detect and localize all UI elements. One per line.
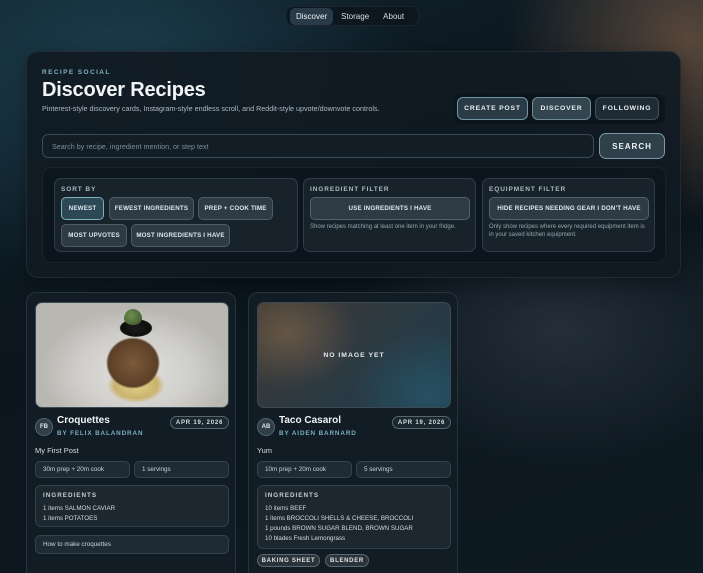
nav-storage[interactable]: Storage (335, 8, 375, 25)
nav-about[interactable]: About (377, 8, 410, 25)
sort-prep-cook-time-chip[interactable]: PREP + COOK TIME (198, 197, 273, 220)
avatar[interactable]: FB (35, 418, 53, 436)
top-nav: Discover Storage About (286, 6, 419, 26)
avatar[interactable]: AB (257, 418, 275, 436)
ingredient-item: 1 items POTATOES (43, 515, 98, 522)
ingredients-list: INGREDIENTS 1 items SALMON CAVIAR 1 item… (35, 485, 229, 527)
servings: 5 servings (356, 461, 451, 478)
date-badge: APR 19, 2026 (392, 416, 451, 429)
equipment-filter: EQUIPMENT FILTER HIDE RECIPES NEEDING GE… (482, 178, 655, 252)
recipe-author[interactable]: BY AIDEN BARNARD (279, 430, 357, 437)
recipe-card[interactable]: NO IMAGE YET AB Taco Casarol BY AIDEN BA… (248, 292, 458, 573)
recipe-steps[interactable]: How to make croquettes (35, 535, 229, 554)
recipe-title[interactable]: Croquettes (57, 415, 110, 426)
recipe-caption: My First Post (35, 446, 79, 455)
prep-cook-time: 30m prep + 20m cook (35, 461, 130, 478)
sort-most-upvotes-chip[interactable]: MOST UPVOTES (61, 224, 127, 247)
servings: 1 servings (134, 461, 229, 478)
ingredient-item: 1 pounds BROWN SUGAR BLEND, BROWN SUGAR (265, 525, 413, 532)
sort-title: SORT BY (61, 186, 97, 193)
sort-newest-chip[interactable]: NEWEST (61, 197, 104, 220)
search-button[interactable]: SEARCH (599, 133, 665, 159)
ingredient-filter-help: Show recipes matching at least one item … (310, 224, 456, 230)
recipe-title[interactable]: Taco Casarol (279, 415, 341, 426)
prep-cook-time: 10m prep + 20m cook (257, 461, 352, 478)
ingredient-filter: INGREDIENT FILTER USE INGREDIENTS I HAVE… (303, 178, 476, 252)
hide-recipes-needing-gear-button[interactable]: HIDE RECIPES NEEDING GEAR I DON'T HAVE (489, 197, 649, 220)
nav-discover[interactable]: Discover (290, 7, 334, 25)
equipment-tag: BAKING SHEET (257, 554, 320, 567)
ingredients-title: INGREDIENTS (43, 492, 98, 499)
ingredient-item: 1 items SALMON CAVIAR (43, 505, 116, 512)
recipe-author[interactable]: BY FELIX BALANDRAN (57, 430, 143, 437)
section-eyebrow: RECIPE SOCIAL (42, 69, 111, 76)
discover-feed-button[interactable]: DISCOVER (532, 97, 591, 120)
use-ingredients-button[interactable]: USE INGREDIENTS I HAVE (310, 197, 470, 220)
recipe-card[interactable]: FB Croquettes BY FELIX BALANDRAN APR 19,… (26, 292, 236, 573)
equipment-filter-title: EQUIPMENT FILTER (489, 186, 567, 193)
page-title: Discover Recipes (42, 79, 206, 101)
ingredient-item: 10 items BEEF (265, 505, 307, 512)
ingredients-title: INGREDIENTS (265, 492, 320, 499)
ingredient-item: 10 blades Fresh Lemongrass (265, 535, 346, 542)
sort-filter: SORT BY NEWEST FEWEST INGREDIENTS PREP +… (54, 178, 298, 252)
discover-panel: RECIPE SOCIAL Discover Recipes Pinterest… (26, 51, 681, 278)
ingredient-item: 1 items BROCCOLI SHELLS & CHEESE, BROCCO… (265, 515, 414, 522)
create-post-button[interactable]: CREATE POST (457, 97, 528, 120)
sort-fewest-ingredients-chip[interactable]: FEWEST INGREDIENTS (109, 197, 194, 220)
filter-area: SORT BY NEWEST FEWEST INGREDIENTS PREP +… (42, 167, 666, 263)
recipe-photo (35, 302, 229, 408)
sort-most-ingredients-i-have-chip[interactable]: MOST INGREDIENTS I HAVE (131, 224, 230, 247)
page-subtitle: Pinterest-style discovery cards, Instagr… (42, 104, 380, 113)
feed-actions: CREATE POST DISCOVER FOLLOWING (454, 94, 665, 124)
ingredient-filter-title: INGREDIENT FILTER (310, 186, 390, 193)
ingredients-list: INGREDIENTS 10 items BEEF 1 items BROCCO… (257, 485, 451, 549)
equipment-filter-help: Only show recipes where every required e… (489, 224, 645, 238)
no-image-label: NO IMAGE YET (323, 351, 385, 359)
following-feed-button[interactable]: FOLLOWING (595, 97, 659, 120)
garnish-leaf (124, 309, 142, 325)
equipment-tag: BLENDER (325, 554, 369, 567)
search-input[interactable] (42, 134, 594, 158)
date-badge: APR 19, 2026 (170, 416, 229, 429)
recipe-caption: Yum (257, 446, 273, 455)
recipe-image-placeholder: NO IMAGE YET (257, 302, 451, 408)
